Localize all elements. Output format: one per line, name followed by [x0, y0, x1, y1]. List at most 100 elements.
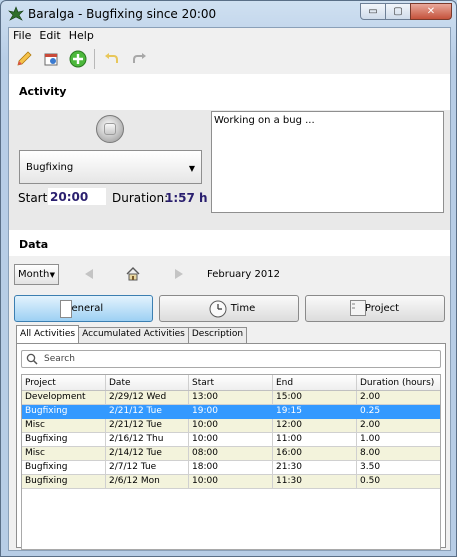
- activity-heading: Activity: [19, 85, 67, 98]
- menu-edit[interactable]: Edit: [35, 28, 64, 44]
- toolbar: [9, 45, 450, 73]
- cell-duration: 8.00: [357, 447, 440, 461]
- maximize-icon: ▢: [393, 6, 403, 17]
- general-view-button[interactable]: General: [14, 295, 153, 322]
- table-row[interactable]: Bugfixing 2/16/12 Thu 10:00 11:00 1.00: [22, 433, 440, 447]
- menu-file[interactable]: File: [9, 28, 35, 44]
- cell-project: Misc: [22, 419, 106, 433]
- table-row[interactable]: Bugfixing 2/7/12 Tue 18:00 21:30 3.50: [22, 461, 440, 475]
- clock-icon: [209, 300, 227, 318]
- cell-project: Bugfixing: [22, 461, 106, 475]
- client-area: File Edit Help Activity Bugfixing ▼ Star…: [8, 27, 451, 551]
- table-row[interactable]: Development 2/29/12 Wed 13:00 15:00 2.00: [22, 391, 440, 405]
- project-view-button[interactable]: Project: [305, 295, 445, 322]
- arrow-left-icon: [85, 269, 93, 279]
- table-row[interactable]: Misc 2/21/12 Tue 10:00 12:00 2.00: [22, 419, 440, 433]
- next-period-button[interactable]: [172, 267, 186, 281]
- description-editor[interactable]: Working on a bug ...: [211, 111, 444, 213]
- cell-end: 11:00: [273, 433, 357, 447]
- chevron-down-icon: ▼: [188, 164, 195, 173]
- undo-button[interactable]: [101, 48, 123, 70]
- cell-duration: 3.50: [357, 461, 440, 475]
- cell-end: 15:00: [273, 391, 357, 405]
- cell-start: 10:00: [189, 419, 273, 433]
- cell-duration: 0.25: [357, 405, 440, 419]
- arrow-right-icon: [175, 269, 183, 279]
- cell-date: 2/14/12 Tue: [106, 447, 189, 461]
- minimize-button[interactable]: ▭: [360, 3, 386, 20]
- cell-project: Bugfixing: [22, 405, 106, 419]
- table-row[interactable]: Misc 2/14/12 Tue 08:00 16:00 8.00: [22, 447, 440, 461]
- data-tabs: All Activities Accumulated Activities De…: [16, 325, 248, 344]
- stop-icon: [104, 123, 116, 135]
- cell-duration: 2.00: [357, 419, 440, 433]
- maximize-button[interactable]: ▢: [385, 3, 411, 20]
- redo-icon: [133, 53, 146, 63]
- column-header-end[interactable]: End: [273, 375, 357, 390]
- tab-all-activities[interactable]: All Activities: [16, 325, 80, 343]
- start-label: Start:: [18, 191, 52, 205]
- table-row[interactable]: Bugfixing 2/6/12 Mon 10:00 11:30 0.50: [22, 475, 440, 489]
- search-icon: [26, 353, 38, 365]
- previous-period-button[interactable]: [82, 267, 96, 281]
- cell-date: 2/21/12 Tue: [106, 405, 189, 419]
- close-button[interactable]: ✕: [410, 3, 452, 20]
- period-label: February 2012: [207, 269, 280, 280]
- start-time-field[interactable]: 20:00: [48, 188, 106, 205]
- start-stop-button[interactable]: [96, 115, 124, 143]
- undo-icon: [105, 53, 118, 63]
- data-header: Data: [9, 230, 450, 256]
- cell-date: 2/7/12 Tue: [106, 461, 189, 475]
- project-selected-value: Bugfixing: [26, 162, 74, 173]
- report-button[interactable]: [40, 48, 62, 70]
- edit-button[interactable]: [13, 48, 35, 70]
- add-icon: [69, 50, 87, 68]
- period-navigation: Month ▼ February 2012: [9, 261, 450, 287]
- cell-end: 21:30: [273, 461, 357, 475]
- cell-date: 2/6/12 Mon: [106, 475, 189, 489]
- home-icon: [126, 267, 140, 281]
- period-type-select[interactable]: Month ▼: [14, 264, 59, 285]
- cell-date: 2/16/12 Thu: [106, 433, 189, 447]
- activities-table: Project Date Start End Duration (hours) …: [21, 374, 441, 550]
- cell-start: 19:00: [189, 405, 273, 419]
- menu-bar: File Edit Help: [9, 28, 450, 44]
- menu-help[interactable]: Help: [65, 28, 98, 44]
- column-header-date[interactable]: Date: [106, 375, 189, 390]
- cell-end: 16:00: [273, 447, 357, 461]
- column-header-start[interactable]: Start: [189, 375, 273, 390]
- search-input[interactable]: Search: [21, 350, 441, 368]
- chevron-down-icon: ▼: [49, 271, 55, 279]
- baralga-logo-icon: [8, 6, 24, 21]
- table-row-selected[interactable]: Bugfixing 2/21/12 Tue 19:00 19:15 0.25: [22, 405, 440, 419]
- column-header-duration[interactable]: Duration (hours): [357, 375, 440, 390]
- add-activity-button[interactable]: [67, 48, 89, 70]
- column-header-project[interactable]: Project: [22, 375, 106, 390]
- home-period-button[interactable]: [126, 267, 140, 281]
- redo-button[interactable]: [128, 48, 150, 70]
- cell-duration: 0.50: [357, 475, 440, 489]
- cell-date: 2/21/12 Tue: [106, 419, 189, 433]
- data-heading: Data: [19, 238, 49, 251]
- project-view-label: Project: [364, 303, 400, 314]
- toolbar-separator: [94, 49, 95, 69]
- cell-date: 2/29/12 Wed: [106, 391, 189, 405]
- time-view-label: Time: [230, 303, 256, 314]
- app-window: Baralga - Bugfixing since 20:00 ▭ ▢ ✕ Fi…: [0, 0, 457, 557]
- all-activities-pane: Search Project Date Start End Duration (…: [16, 343, 446, 550]
- cell-start: 18:00: [189, 461, 273, 475]
- project-icon: [350, 300, 366, 316]
- cell-start: 10:00: [189, 475, 273, 489]
- title-bar[interactable]: Baralga - Bugfixing since 20:00 ▭ ▢ ✕: [1, 1, 456, 27]
- time-view-button[interactable]: Time: [159, 295, 299, 322]
- project-selector[interactable]: Bugfixing ▼: [19, 150, 202, 184]
- pencil-icon: [17, 51, 32, 66]
- tab-description[interactable]: Description: [187, 327, 248, 343]
- cell-duration: 2.00: [357, 391, 440, 405]
- duration-label: Duration:: [112, 191, 169, 205]
- search-placeholder: Search: [44, 354, 75, 364]
- document-icon: [60, 300, 72, 318]
- tab-accumulated-activities[interactable]: Accumulated Activities: [78, 327, 189, 343]
- cell-project: Bugfixing: [22, 475, 106, 489]
- calendar-icon: [44, 53, 58, 66]
